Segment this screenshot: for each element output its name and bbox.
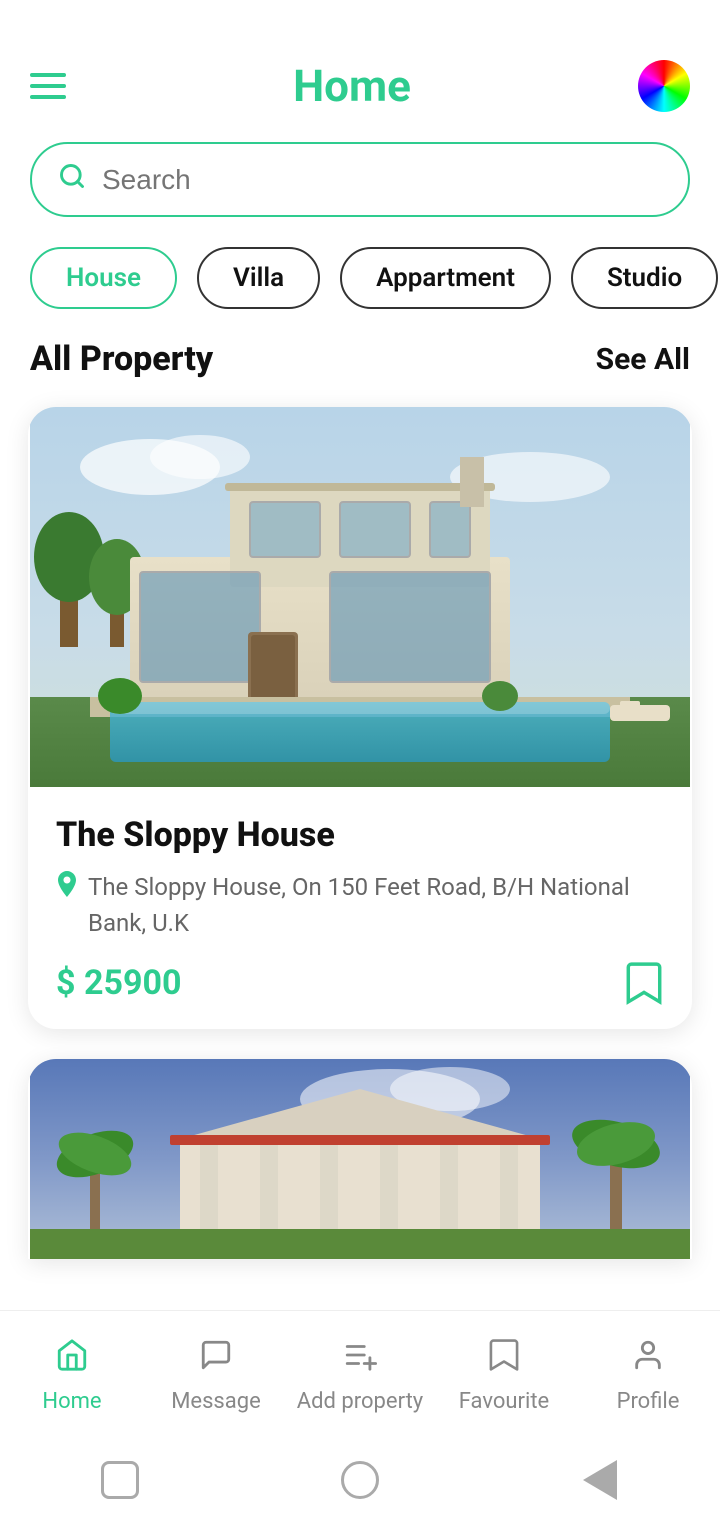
filter-chip-villa[interactable]: Villa	[197, 247, 320, 309]
nav-add-property[interactable]: Add property	[288, 1338, 432, 1414]
property-image-2	[28, 1059, 692, 1259]
bookmark-button[interactable]	[624, 961, 664, 1005]
property-image	[28, 407, 692, 787]
message-icon	[199, 1338, 233, 1381]
bottom-nav: Home Message Add property Favourite	[0, 1310, 720, 1440]
card-footer: $ 25900	[56, 961, 664, 1005]
system-nav	[0, 1440, 720, 1520]
filter-chip-appartment[interactable]: Appartment	[340, 247, 551, 309]
sys-home-button[interactable]	[330, 1450, 390, 1510]
filter-chip-studio[interactable]: Studio	[571, 247, 718, 309]
nav-favourite-label: Favourite	[459, 1389, 549, 1414]
search-container	[0, 132, 720, 237]
nav-message-label: Message	[171, 1389, 261, 1414]
sys-back-button[interactable]	[90, 1450, 150, 1510]
search-icon	[58, 162, 86, 197]
nav-home[interactable]: Home	[0, 1338, 144, 1414]
property-card[interactable]: The Sloppy House The Sloppy House, On 15…	[28, 407, 692, 1029]
profile-icon	[631, 1338, 665, 1381]
address-text: The Sloppy House, On 150 Feet Road, B/H …	[88, 869, 664, 941]
sys-recents-button[interactable]	[570, 1450, 630, 1510]
property-name: The Sloppy House	[56, 815, 664, 855]
nav-profile-label: Profile	[617, 1389, 680, 1414]
property-address: The Sloppy House, On 150 Feet Road, B/H …	[56, 869, 664, 941]
sys-triangle-icon	[583, 1460, 617, 1500]
nav-add-label: Add property	[297, 1389, 423, 1414]
see-all-button[interactable]: See All	[596, 342, 690, 377]
filter-chips: House Villa Appartment Studio	[0, 237, 720, 339]
add-property-icon	[343, 1338, 377, 1381]
favourite-icon	[487, 1338, 521, 1381]
header: Home	[0, 0, 720, 132]
location-icon	[56, 871, 78, 903]
property-price: $ 25900	[56, 963, 182, 1003]
card-body: The Sloppy House The Sloppy House, On 15…	[28, 787, 692, 1029]
sys-circle-icon	[341, 1461, 379, 1499]
section-header: All Property See All	[0, 339, 720, 407]
sys-square-icon	[101, 1461, 139, 1499]
nav-home-label: Home	[42, 1389, 101, 1414]
nav-favourite[interactable]: Favourite	[432, 1338, 576, 1414]
search-box[interactable]	[30, 142, 690, 217]
menu-button[interactable]	[30, 73, 66, 99]
cards-container: The Sloppy House The Sloppy House, On 15…	[0, 407, 720, 1259]
search-input[interactable]	[102, 164, 662, 196]
nav-message[interactable]: Message	[144, 1338, 288, 1414]
page-title: Home	[293, 60, 411, 112]
section-title: All Property	[30, 339, 213, 379]
color-wheel-icon[interactable]	[638, 60, 690, 112]
property-card-partial[interactable]	[28, 1059, 692, 1259]
nav-profile[interactable]: Profile	[576, 1338, 720, 1414]
home-icon	[55, 1338, 89, 1381]
filter-chip-house[interactable]: House	[30, 247, 177, 309]
